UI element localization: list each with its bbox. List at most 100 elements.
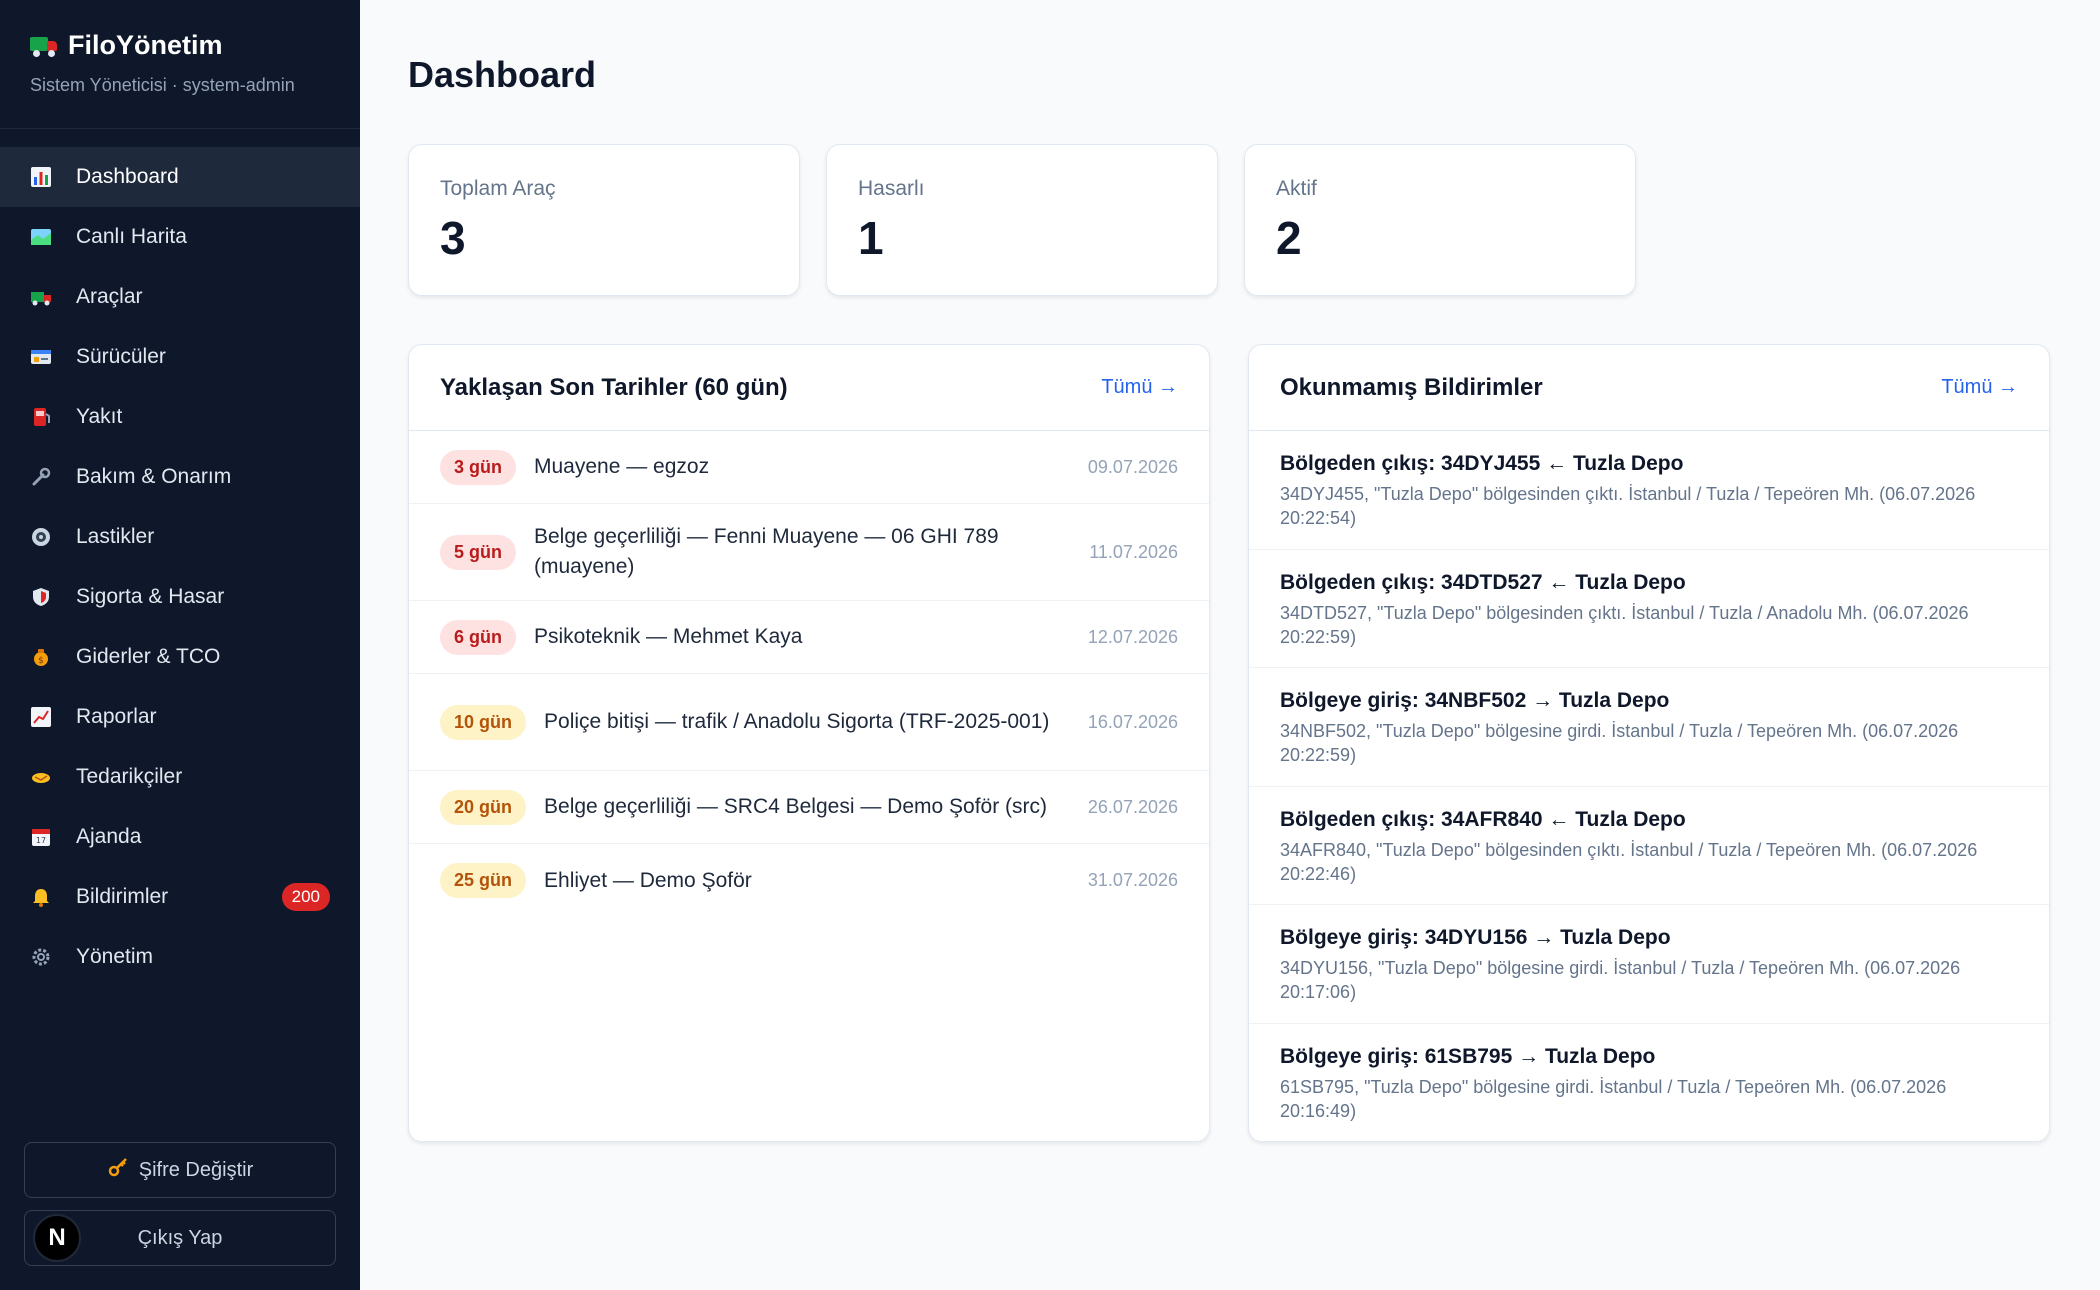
notification-item[interactable]: Bölgeye giriş: 34NBF502 → Tuzla Depo 34N…	[1249, 668, 2049, 787]
sidebar-item-label: Yakıt	[76, 405, 123, 428]
sidebar-item-label: Sigorta & Hasar	[76, 585, 225, 608]
sidebar-item-reports[interactable]: Raporlar	[0, 687, 360, 747]
id-card-icon	[30, 346, 52, 368]
view-all-deadlines-link[interactable]: Tümü →	[1101, 376, 1178, 399]
line-chart-icon	[30, 706, 52, 728]
notification-title: Bölgeye giriş: 61SB795 → Tuzla Depo	[1280, 1044, 1656, 1068]
days-left-badge: 3 gün	[440, 449, 516, 485]
notification-item[interactable]: Bölgeye giriş: 61SB795 → Tuzla Depo 61SB…	[1249, 1024, 2049, 1142]
deadline-date: 11.07.2026	[1089, 541, 1178, 562]
sidebar-item-fuel[interactable]: Yakıt	[0, 387, 360, 447]
sidebar-item-notifications[interactable]: Bildirimler 200	[0, 867, 360, 927]
deadline-text: Ehliyet — Demo Şoför	[544, 868, 752, 892]
panel-header: Okunmamış Bildirimler Tümü →	[1249, 345, 2049, 431]
sidebar-item-dashboard[interactable]: Dashboard	[0, 147, 360, 207]
sidebar-item-tires[interactable]: Lastikler	[0, 507, 360, 567]
sidebar-item-maintenance[interactable]: Bakım & Onarım	[0, 447, 360, 507]
days-left-badge: 5 gün	[440, 534, 516, 570]
deadline-text: Poliçe bitişi — trafik / Anadolu Sigorta…	[544, 710, 1050, 733]
list-item[interactable]: 6 gün Psikoteknik — Mehmet Kaya 12.07.20…	[409, 601, 1209, 674]
notification-item[interactable]: Bölgeden çıkış: 34DTD527 ← Tuzla Depo 34…	[1249, 550, 2049, 668]
list-item[interactable]: 10 gün Poliçe bitişi — trafik / Anadolu …	[409, 674, 1209, 771]
stat-label: Aktif	[1276, 177, 1317, 200]
wrench-icon	[30, 466, 52, 488]
stat-value: 3	[440, 212, 466, 264]
sidebar-item-agenda[interactable]: 17 Ajanda	[0, 807, 360, 867]
notification-body: 34AFR840, "Tuzla Depo" bölgesinden çıktı…	[1280, 839, 1978, 884]
sidebar-item-label: Sürücüler	[76, 345, 166, 368]
stats-row: Toplam Araç 3 Hasarlı 1 Aktif 2	[408, 144, 2052, 296]
sidebar-item-drivers[interactable]: Sürücüler	[0, 327, 360, 387]
avatar[interactable]: N	[33, 1214, 81, 1262]
days-left-badge: 10 gün	[440, 704, 527, 740]
tire-icon	[30, 526, 52, 548]
truck-icon	[30, 35, 58, 57]
app-title: FiloYönetim	[68, 30, 223, 60]
bar-chart-icon	[30, 166, 52, 188]
notification-title: Bölgeye giriş: 34DYU156 → Tuzla Depo	[1280, 926, 1671, 949]
notification-body: 34DTD527, "Tuzla Depo" bölgesinden çıktı…	[1280, 602, 1969, 647]
deadline-date: 26.07.2026	[1087, 796, 1178, 817]
notification-count-badge: 200	[281, 883, 330, 911]
stat-card-total-vehicles: Toplam Araç 3	[408, 144, 800, 296]
bell-icon	[30, 886, 52, 908]
main-content: Dashboard Toplam Araç 3 Hasarlı 1 Aktif …	[360, 0, 2100, 1290]
deadline-text: Belge geçerliliği — SRC4 Belgesi — Demo …	[544, 795, 1048, 818]
list-item[interactable]: 25 gün Ehliyet — Demo Şoför 31.07.2026	[409, 844, 1209, 917]
stat-card-active: Aktif 2	[1244, 144, 1636, 296]
brand: FiloYönetim Sistem Yöneticisi · system-a…	[0, 0, 360, 129]
sidebar-item-vehicles[interactable]: Araçlar	[0, 267, 360, 327]
panel-title: Okunmamış Bildirimler	[1280, 373, 1543, 401]
change-password-button[interactable]: Şifre Değiştir	[24, 1142, 336, 1198]
deadline-text: Psikoteknik — Mehmet Kaya	[534, 625, 803, 648]
sidebar-item-label: Tedarikçiler	[76, 765, 183, 788]
sidebar-item-label: Dashboard	[76, 165, 179, 188]
view-all-notifications-link[interactable]: Tümü →	[1941, 376, 2018, 399]
sidebar-item-label: Giderler & TCO	[76, 645, 221, 668]
sidebar-footer: Şifre Değiştir N Çıkış Yap	[0, 1130, 360, 1290]
truck-icon	[30, 286, 52, 308]
list-item[interactable]: 3 gün Muayene — egzoz 09.07.2026	[409, 431, 1209, 504]
logout-button[interactable]: N Çıkış Yap	[24, 1210, 336, 1266]
notifications-panel: Okunmamış Bildirimler Tümü → Bölgeden çı…	[1248, 344, 2050, 1142]
list-item[interactable]: 5 gün Belge geçerliliği — Fenni Muayene …	[409, 504, 1209, 601]
sidebar: FiloYönetim Sistem Yöneticisi · system-a…	[0, 0, 360, 1290]
brand-title[interactable]: FiloYönetim	[30, 30, 330, 61]
stat-label: Hasarlı	[858, 177, 925, 200]
panel-title: Yaklaşan Son Tarihler (60 gün)	[440, 373, 788, 401]
sidebar-item-management[interactable]: Yönetim	[0, 927, 360, 987]
svg-text:17: 17	[36, 836, 46, 845]
notification-item[interactable]: Bölgeden çıkış: 34AFR840 ← Tuzla Depo 34…	[1249, 787, 2049, 905]
svg-text:$: $	[38, 656, 44, 666]
handshake-icon	[30, 766, 52, 788]
key-icon	[107, 1156, 129, 1184]
deadline-date: 16.07.2026	[1087, 711, 1178, 732]
fuel-pump-icon	[30, 406, 52, 428]
notification-body: 61SB795, "Tuzla Depo" bölgesine girdi. İ…	[1280, 1076, 1947, 1121]
notification-item[interactable]: Bölgeden çıkış: 34DYJ455 ← Tuzla Depo 34…	[1249, 431, 2049, 550]
sidebar-item-label: Ajanda	[76, 825, 142, 848]
list-item[interactable]: 20 gün Belge geçerliliği — SRC4 Belgesi …	[409, 771, 1209, 844]
sidebar-item-insurance[interactable]: Sigorta & Hasar	[0, 567, 360, 627]
notification-title: Bölgeye giriş: 34NBF502 → Tuzla Depo	[1280, 689, 1670, 712]
deadline-text: Belge geçerliliği — Fenni Muayene — 06 G…	[534, 525, 999, 578]
notification-body: 34DYJ455, "Tuzla Depo" bölgesinden çıktı…	[1280, 484, 1976, 528]
logout-label: Çıkış Yap	[137, 1226, 223, 1249]
deadline-date: 12.07.2026	[1087, 626, 1178, 647]
deadline-text: Muayene — egzoz	[534, 455, 710, 478]
money-bag-icon: $	[30, 646, 52, 668]
stat-value: 2	[1276, 212, 1302, 264]
deadline-date: 09.07.2026	[1087, 456, 1178, 477]
sidebar-item-expenses[interactable]: $ Giderler & TCO	[0, 627, 360, 687]
notification-title: Bölgeden çıkış: 34DTD527 ← Tuzla Depo	[1280, 570, 1686, 594]
sidebar-item-label: Bakım & Onarım	[76, 465, 232, 488]
notification-item[interactable]: Bölgeye giriş: 34DYU156 → Tuzla Depo 34D…	[1249, 905, 2049, 1024]
sidebar-item-live-map[interactable]: Canlı Harita	[0, 207, 360, 267]
deadlines-panel: Yaklaşan Son Tarihler (60 gün) Tümü → 3 …	[408, 344, 1210, 1142]
panels-row: Yaklaşan Son Tarihler (60 gün) Tümü → 3 …	[408, 344, 2052, 1142]
change-password-label: Şifre Değiştir	[138, 1158, 254, 1181]
sidebar-item-suppliers[interactable]: Tedarikçiler	[0, 747, 360, 807]
stat-card-damaged: Hasarlı 1	[826, 144, 1218, 296]
notification-title: Bölgeden çıkış: 34DYJ455 ← Tuzla Depo	[1280, 452, 1684, 475]
sidebar-item-label: Araçlar	[76, 285, 143, 308]
